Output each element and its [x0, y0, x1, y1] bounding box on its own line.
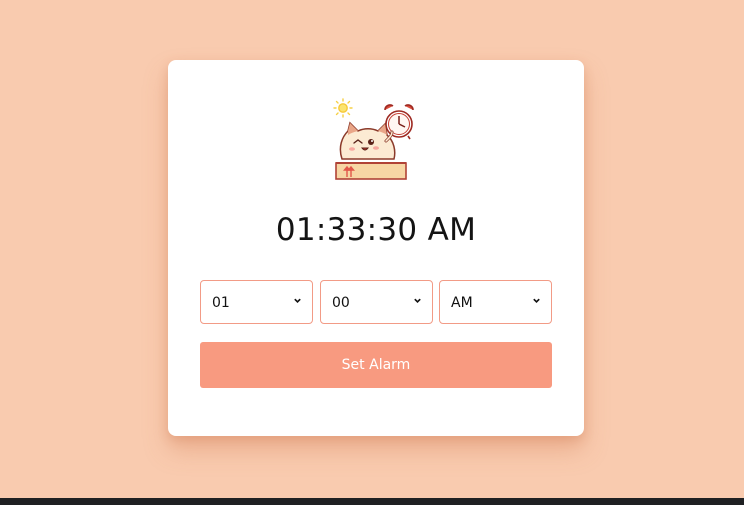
chevron-down-icon [414, 298, 421, 303]
period-select-value: AM [451, 295, 473, 311]
minute-select[interactable]: 00 [320, 280, 433, 324]
period-select[interactable]: AM [439, 280, 552, 324]
chevron-down-icon [533, 298, 540, 303]
set-alarm-button[interactable]: Set Alarm [200, 342, 552, 388]
cat-alarm-clock-icon [333, 98, 414, 180]
minute-select-value: 00 [332, 295, 350, 311]
chevron-down-icon [294, 298, 301, 303]
page-background: 01:33:30 AM 01 00 AM Set Alarm [0, 0, 744, 498]
taskbar [0, 498, 744, 505]
current-time-display: 01:33:30 AM [275, 212, 477, 248]
hour-select-value: 01 [212, 295, 230, 311]
hour-select[interactable]: 01 [200, 280, 313, 324]
